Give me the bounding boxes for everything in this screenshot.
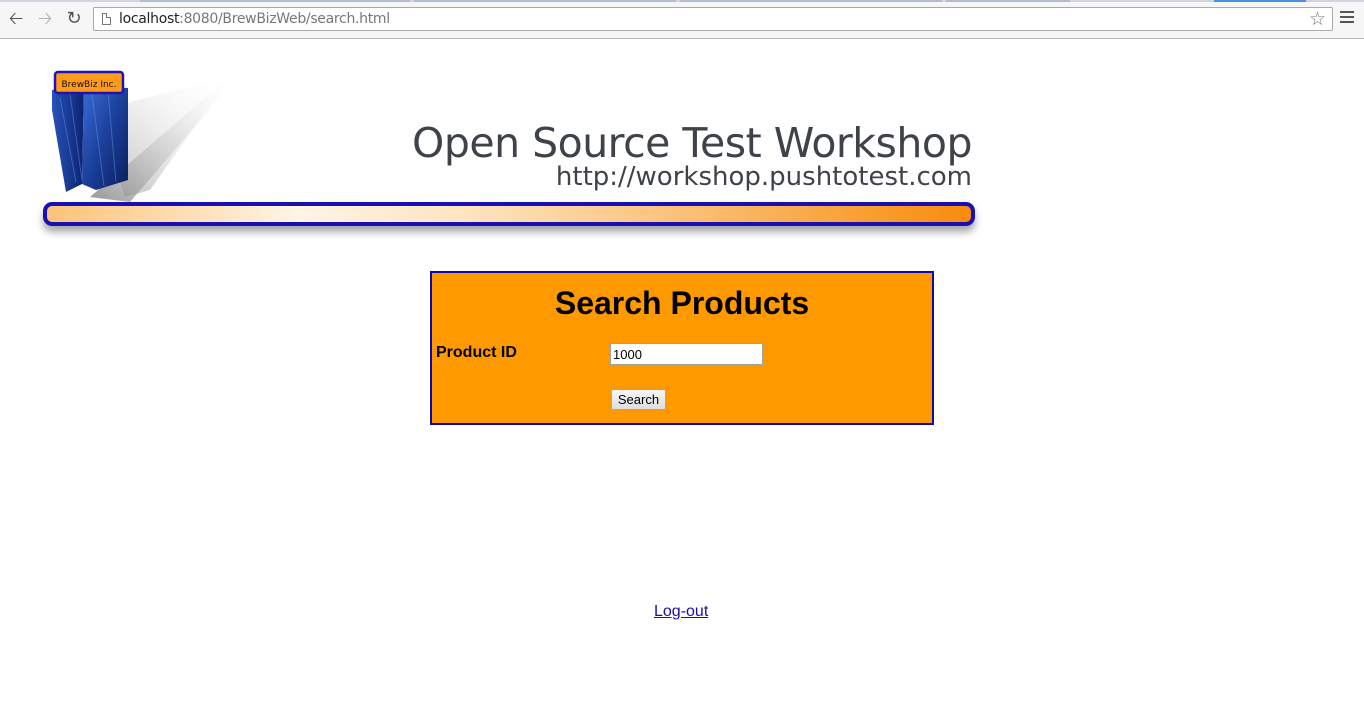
url-path: :8080/BrewBizWeb/search.html (179, 11, 390, 27)
brewbiz-logo: BrewBiz Inc. (52, 70, 235, 202)
address-bar[interactable]: localhost:8080/BrewBizWeb/search.html ☆ (93, 7, 1333, 31)
browser-toolbar: 🡠 🡢 ↻ localhost:8080/BrewBizWeb/search.h… (0, 0, 1364, 39)
forward-arrow-icon[interactable]: 🡢 (33, 7, 57, 31)
reload-icon[interactable]: ↻ (62, 7, 86, 31)
search-button[interactable]: Search (611, 389, 666, 410)
tab-strip-edge (0, 0, 1364, 2)
logout-link[interactable]: Log-out (654, 603, 708, 621)
site-header: Open Source Test Workshop http://worksho… (412, 118, 972, 190)
header-divider-bar (43, 202, 975, 226)
back-arrow-icon[interactable]: 🡠 (4, 7, 28, 31)
search-products-panel: Search Products Product ID Search (430, 271, 934, 425)
page-icon (102, 13, 111, 25)
logo-brand-text: BrewBiz Inc. (61, 80, 116, 90)
bookmark-star-icon[interactable]: ☆ (1309, 8, 1326, 30)
site-title: Open Source Test Workshop (412, 119, 972, 167)
url-text[interactable]: localhost:8080/BrewBizWeb/search.html (119, 11, 390, 27)
product-id-label: Product ID (436, 344, 517, 361)
url-host: localhost (119, 11, 180, 27)
panel-title: Search Products (554, 285, 810, 321)
product-id-input[interactable] (610, 343, 763, 365)
menu-icon[interactable] (1340, 11, 1354, 25)
